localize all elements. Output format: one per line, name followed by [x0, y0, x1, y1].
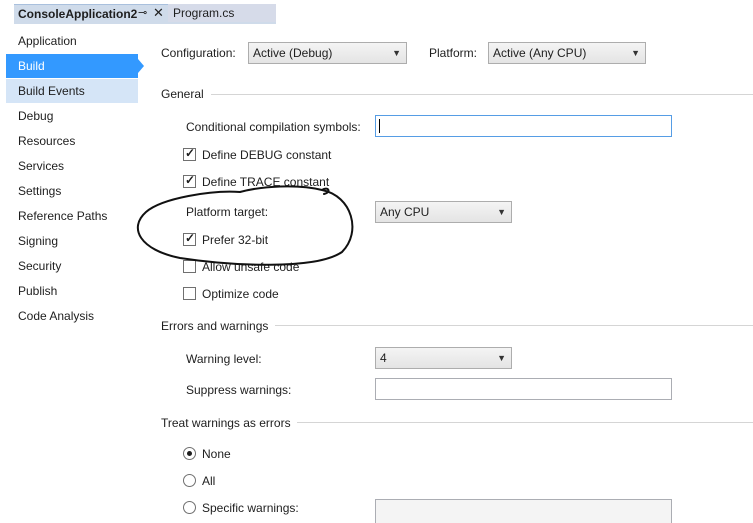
sidebar-item-application[interactable]: Application [6, 29, 138, 53]
conditional-symbols-label: Conditional compilation symbols: [186, 120, 361, 134]
tab-console-application[interactable]: ConsoleApplication2 ⊸ ✕ [14, 4, 168, 22]
sidebar-item-signing[interactable]: Signing [6, 229, 138, 253]
warning-level-label: Warning level: [186, 352, 262, 366]
allow-unsafe-checkbox[interactable] [183, 260, 196, 273]
sidebar-item-debug[interactable]: Debug [6, 104, 138, 128]
platform-dropdown[interactable]: Active (Any CPU) ▼ [488, 42, 646, 64]
tab-underline [14, 22, 276, 24]
warning-level-dropdown[interactable]: 4 ▼ [375, 347, 512, 369]
pin-icon[interactable]: ⊸ [138, 6, 147, 19]
allow-unsafe-label: Allow unsafe code [202, 260, 300, 274]
tab-program-cs[interactable]: Program.cs [168, 4, 276, 22]
radio-specific-warnings[interactable] [183, 501, 196, 514]
tab-console-application-label: ConsoleApplication2 [18, 7, 138, 21]
sidebar-item-build-events[interactable]: Build Events [6, 79, 138, 103]
checkmark-icon: ✓ [185, 146, 196, 160]
treat-warnings-section-divider [297, 422, 753, 423]
specific-warnings-input[interactable] [375, 499, 672, 523]
prefer-32bit-label: Prefer 32-bit [202, 233, 269, 247]
sidebar-item-resources[interactable]: Resources [6, 129, 138, 153]
sidebar-item-code-analysis[interactable]: Code Analysis [6, 304, 138, 328]
sidebar-item-settings[interactable]: Settings [6, 179, 138, 203]
radio-none-label: None [202, 447, 231, 461]
general-section-title: General [161, 87, 204, 101]
platform-label: Platform: [429, 46, 478, 60]
define-debug-checkbox[interactable]: ✓ [183, 146, 196, 161]
platform-target-label: Platform target: [186, 205, 269, 219]
sidebar-item-services[interactable]: Services [6, 154, 138, 178]
platform-target-dropdown[interactable]: Any CPU ▼ [375, 201, 512, 223]
chevron-down-icon: ▼ [497, 207, 506, 217]
checkmark-icon: ✓ [185, 231, 196, 245]
document-tab-strip: ConsoleApplication2 ⊸ ✕ Program.cs [0, 0, 753, 24]
general-section-divider [211, 94, 753, 95]
radio-specific-warnings-label: Specific warnings: [202, 501, 299, 515]
suppress-warnings-input[interactable] [375, 378, 672, 400]
close-icon[interactable]: ✕ [153, 5, 164, 21]
configuration-value: Active (Debug) [253, 46, 333, 60]
radio-all-label: All [202, 474, 216, 488]
sidebar-item-build[interactable]: Build [6, 54, 138, 78]
radio-selected-dot [187, 451, 192, 456]
define-trace-checkbox[interactable]: ✓ [183, 173, 196, 188]
platform-target-value: Any CPU [380, 205, 430, 219]
optimize-code-label: Optimize code [202, 287, 279, 301]
warning-level-value: 4 [380, 351, 387, 365]
radio-all[interactable] [183, 474, 196, 487]
prefer-32bit-checkbox[interactable]: ✓ [183, 231, 196, 246]
checkmark-icon: ✓ [185, 173, 196, 187]
treat-warnings-section-title: Treat warnings as errors [161, 416, 291, 430]
chevron-down-icon: ▼ [497, 353, 506, 363]
ink-stroke [136, 185, 354, 266]
define-trace-label: Define TRACE constant [202, 175, 330, 189]
tab-program-cs-label: Program.cs [173, 6, 235, 20]
chevron-down-icon: ▼ [631, 48, 640, 58]
configuration-label: Configuration: [161, 46, 236, 60]
text-caret [379, 119, 380, 133]
conditional-symbols-input[interactable] [375, 115, 672, 137]
chevron-down-icon: ▼ [392, 48, 401, 58]
platform-value: Active (Any CPU) [493, 46, 587, 60]
sidebar-item-reference-paths[interactable]: Reference Paths [6, 204, 138, 228]
sidebar-item-publish[interactable]: Publish [6, 279, 138, 303]
sidebar-item-security[interactable]: Security [6, 254, 138, 278]
configuration-dropdown[interactable]: Active (Debug) ▼ [248, 42, 407, 64]
suppress-warnings-label: Suppress warnings: [186, 383, 292, 397]
selected-indicator-arrow [138, 59, 144, 73]
define-debug-label: Define DEBUG constant [202, 148, 332, 162]
errors-section-title: Errors and warnings [161, 319, 269, 333]
errors-section-divider [275, 325, 753, 326]
radio-none[interactable] [183, 447, 196, 460]
optimize-code-checkbox[interactable] [183, 287, 196, 300]
